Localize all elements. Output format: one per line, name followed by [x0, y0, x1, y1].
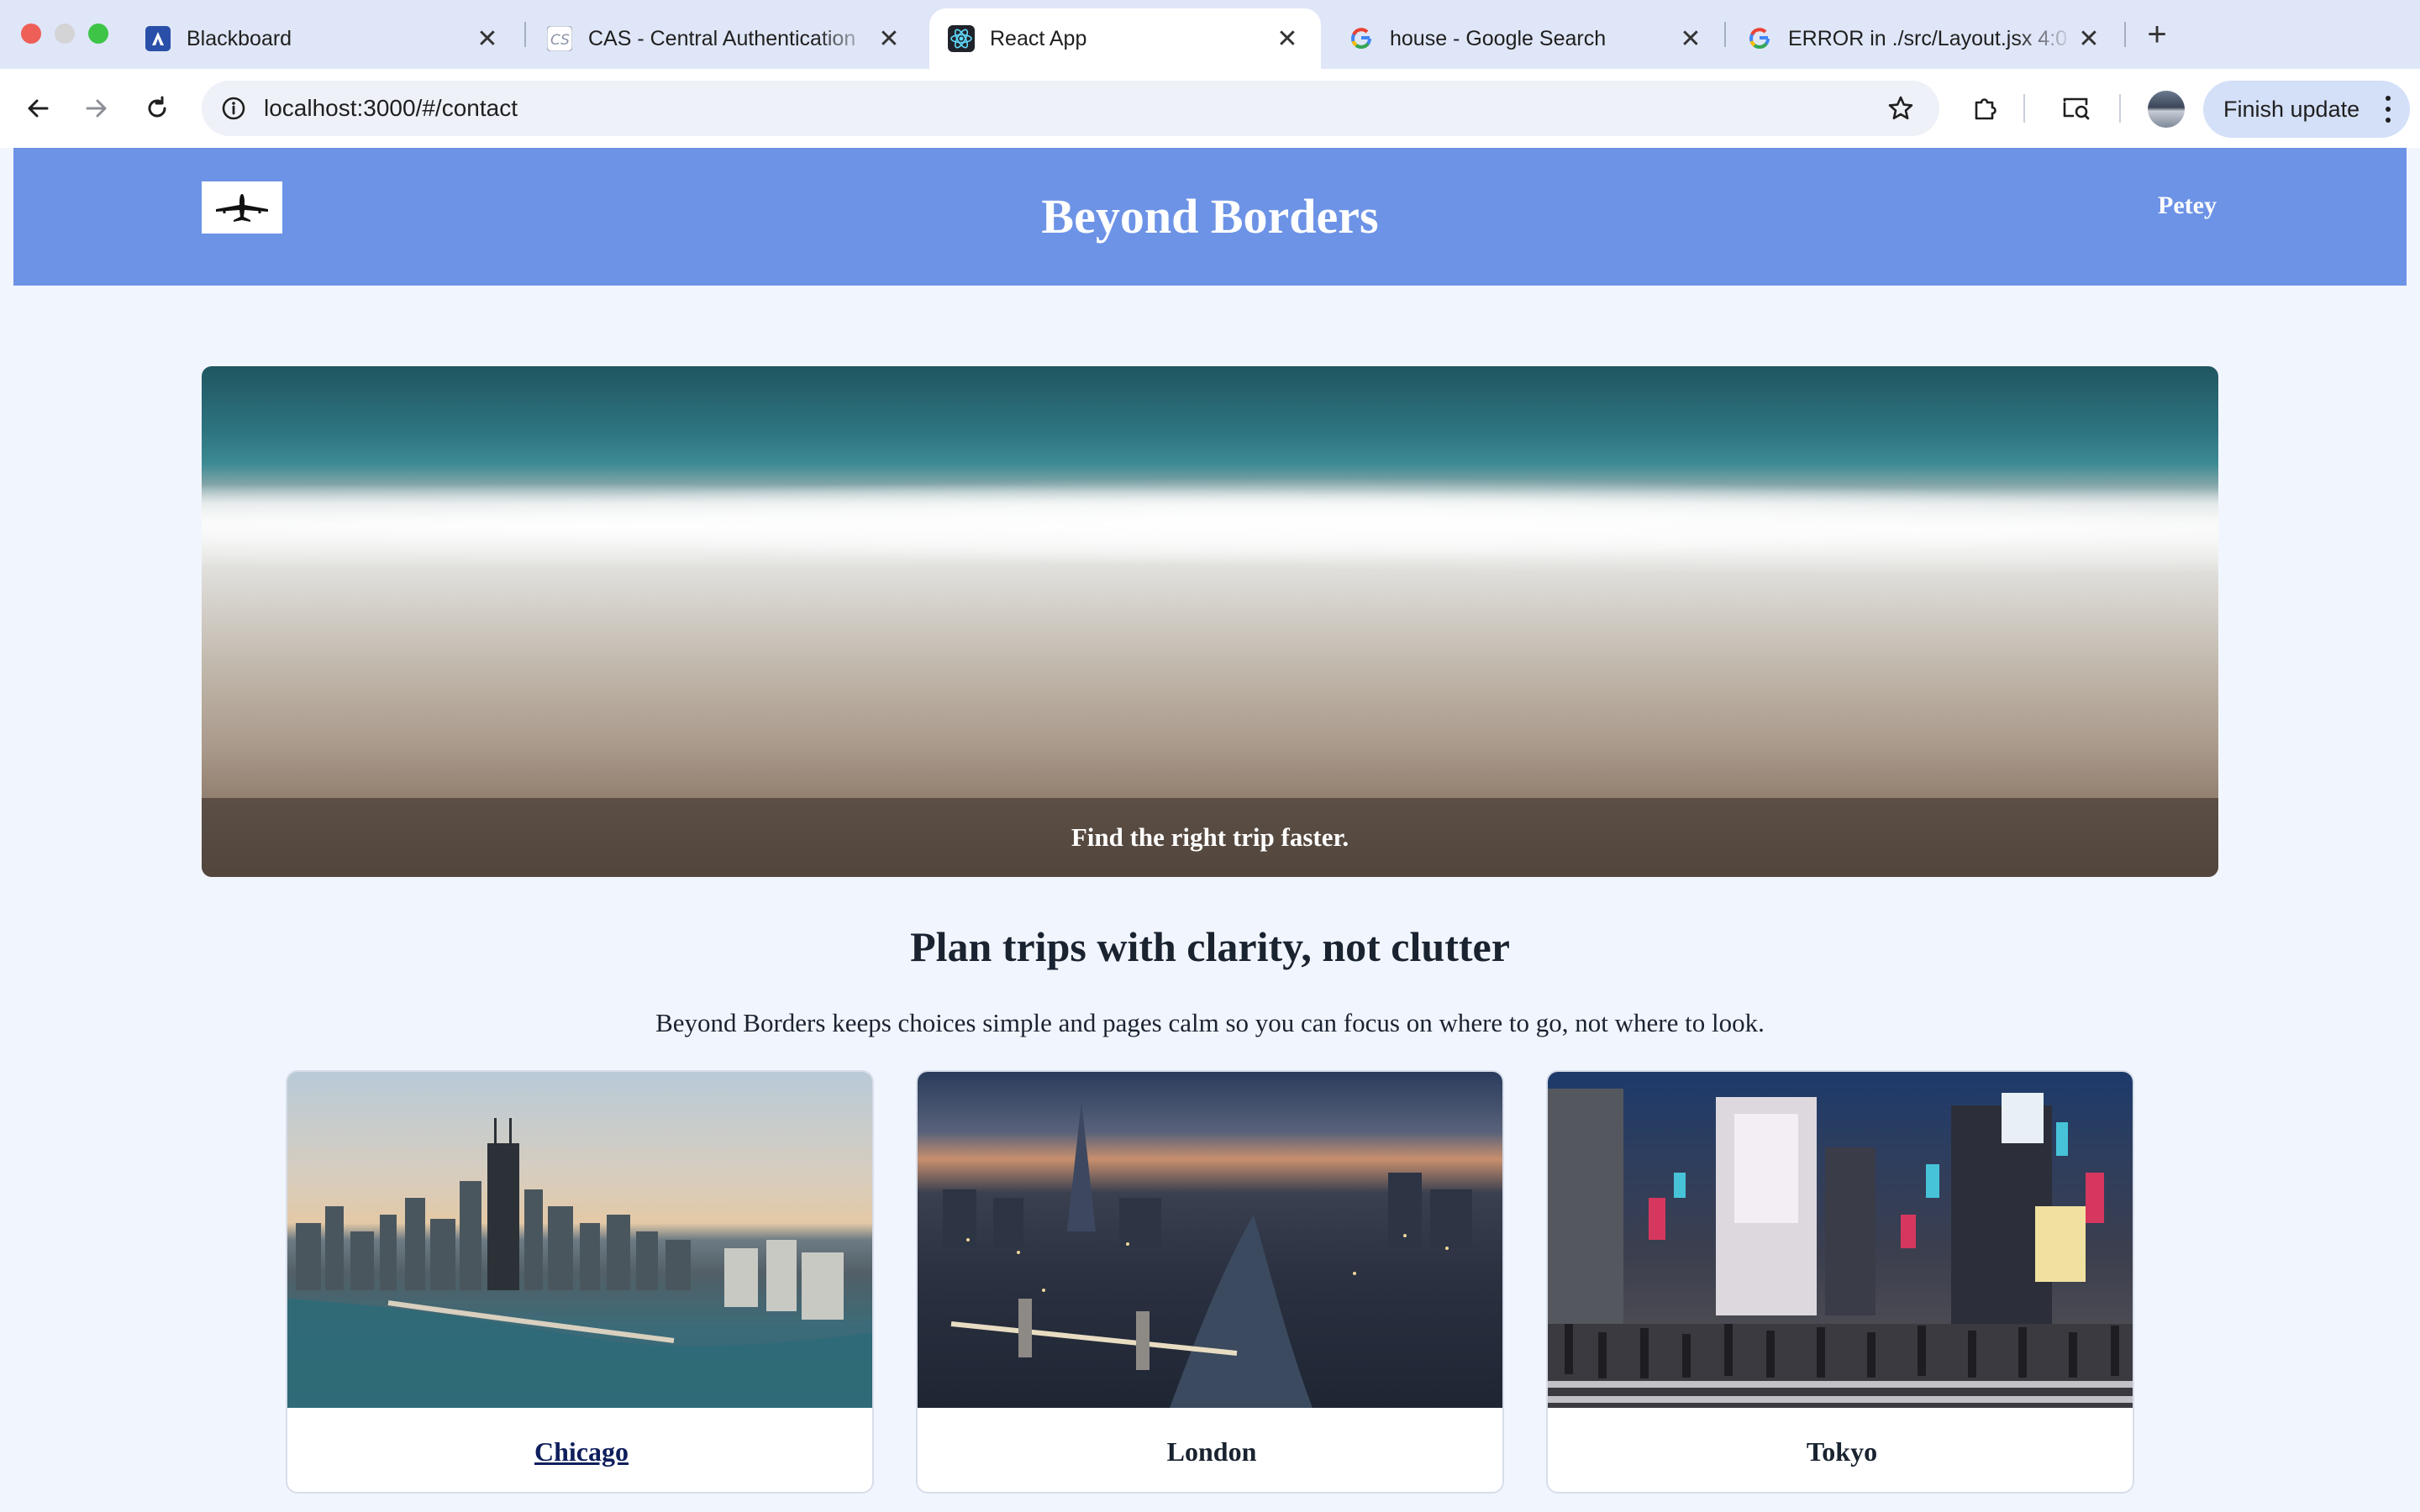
react-icon	[948, 25, 975, 52]
tab-blackboard[interactable]: Blackboard ✕	[126, 8, 521, 69]
forward-button[interactable]	[76, 87, 118, 129]
section-subtitle: Beyond Borders keeps choices simple and …	[655, 1008, 1765, 1037]
close-icon[interactable]: ✕	[874, 24, 904, 54]
browser-toolbar: localhost:3000/#/contact Finish update	[0, 69, 2420, 148]
hero-image: Find the right trip faster.	[202, 366, 2218, 877]
more-vert-icon[interactable]	[2385, 96, 2391, 123]
tab-divider	[1724, 22, 1726, 47]
close-icon[interactable]: ✕	[1676, 24, 1706, 54]
tab-cas[interactable]: CS CAS - Central Authentication ✕	[528, 8, 923, 69]
destination-name[interactable]: Tokyo	[1548, 1408, 2133, 1492]
back-arrow-icon	[28, 99, 49, 118]
url-text[interactable]: localhost:3000/#/contact	[264, 81, 518, 136]
site-title: Beyond Borders	[1041, 189, 1379, 244]
close-icon[interactable]: ✕	[472, 24, 502, 54]
tab-divider	[2124, 22, 2126, 47]
tab-title: ERROR in ./src/Layout.jsx 4:0	[1788, 26, 2068, 50]
svg-text:CS: CS	[550, 32, 570, 49]
cas-icon: CS	[546, 25, 573, 52]
back-button[interactable]	[17, 87, 59, 129]
site-info-icon[interactable]	[213, 88, 254, 129]
page-viewport: Beyond Borders Petey Find the right trip…	[0, 148, 2420, 1512]
toolbar-divider	[2119, 94, 2121, 123]
tab-title: CAS - Central Authentication	[588, 26, 856, 50]
toolbar-divider	[2023, 94, 2025, 123]
tokyo-crossing-image	[1548, 1072, 2133, 1408]
window-close-button[interactable]	[21, 24, 41, 44]
destination-card-london[interactable]: London	[916, 1070, 1504, 1494]
address-bar[interactable]: localhost:3000/#/contact	[202, 81, 1939, 136]
section-title: Plan trips with clarity, not clutter	[910, 923, 1510, 970]
window-zoom-button[interactable]	[88, 24, 108, 44]
reload-icon	[148, 96, 166, 118]
close-icon[interactable]: ✕	[2074, 24, 2104, 54]
destination-name[interactable]: London	[918, 1408, 1502, 1492]
site-header: Beyond Borders Petey	[13, 148, 2407, 286]
new-tab-button[interactable]: +	[2138, 15, 2176, 54]
blackboard-icon	[145, 25, 171, 52]
forward-arrow-icon	[86, 99, 107, 118]
tab-title: Blackboard	[187, 26, 292, 50]
tab-divider	[524, 22, 526, 47]
user-name[interactable]: Petey	[2158, 192, 2217, 220]
hero-caption-bar: Find the right trip faster.	[202, 798, 2218, 877]
extensions-puzzle-icon[interactable]	[1965, 87, 2007, 129]
destination-card-tokyo[interactable]: Tokyo	[1546, 1070, 2134, 1494]
tab-react-app[interactable]: React App ✕	[929, 8, 1321, 69]
hero-wave-foam	[202, 475, 2218, 576]
bookmark-star-icon[interactable]	[1881, 88, 1921, 129]
cast-search-icon[interactable]	[2055, 87, 2097, 129]
reload-button[interactable]	[136, 87, 178, 129]
window-minimize-button[interactable]	[55, 24, 75, 44]
london-skyline-image	[918, 1072, 1502, 1408]
google-icon	[1746, 25, 1773, 52]
finish-update-label: Finish update	[2223, 96, 2360, 122]
close-icon[interactable]: ✕	[1272, 24, 1302, 54]
google-icon	[1348, 25, 1375, 52]
tab-strip: Blackboard ✕ CS CAS - Central Authentica…	[0, 0, 2420, 69]
destination-card-chicago[interactable]: Chicago	[286, 1070, 874, 1494]
tab-google-search[interactable]: house - Google Search ✕	[1329, 8, 1724, 69]
chicago-skyline-image	[287, 1072, 872, 1408]
tab-title: house - Google Search	[1390, 26, 1607, 50]
profile-avatar[interactable]	[2148, 91, 2185, 128]
tab-title: React App	[990, 26, 1087, 50]
finish-update-button[interactable]: Finish update	[2203, 81, 2410, 138]
destination-name[interactable]: Chicago	[287, 1408, 872, 1492]
hero-caption: Find the right trip faster.	[1071, 822, 1349, 852]
tab-error[interactable]: ERROR in ./src/Layout.jsx 4:0 ✕	[1728, 8, 2123, 69]
